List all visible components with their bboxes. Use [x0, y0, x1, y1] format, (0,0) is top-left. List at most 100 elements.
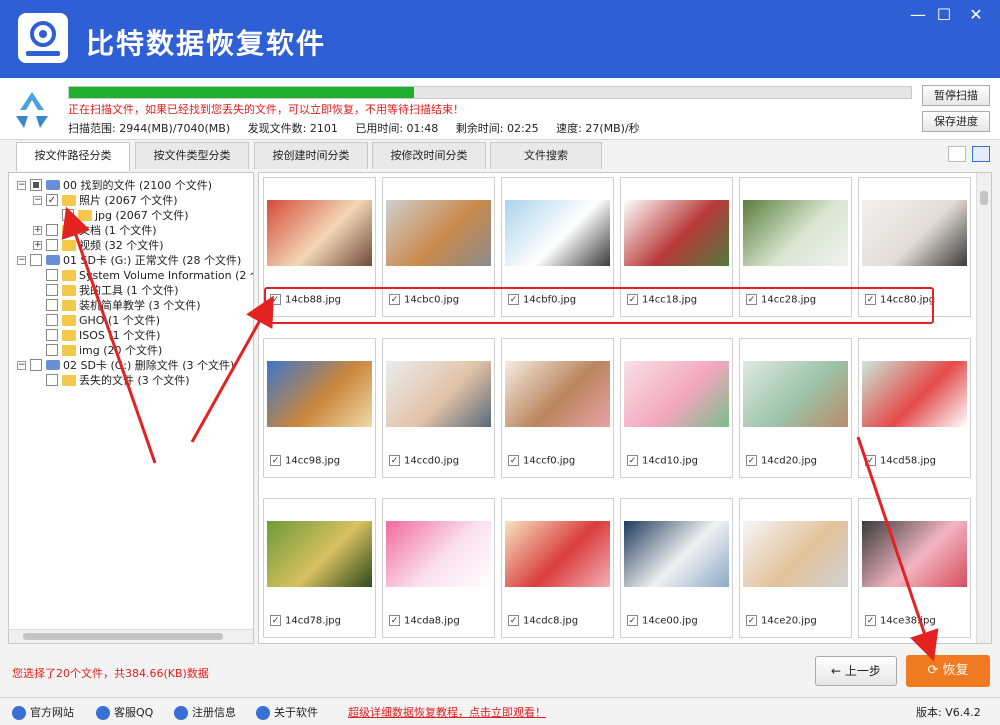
tree-node-checkbox[interactable]: ✓: [46, 194, 58, 206]
file-card[interactable]: ✓ 14ce00.jpg: [620, 498, 733, 638]
folder-icon: [62, 330, 76, 341]
tree-node-checkbox[interactable]: [46, 299, 58, 311]
tree-node-checkbox[interactable]: ✓: [62, 209, 74, 221]
tree-node-label: 装机简单教学 (3 个文件): [79, 299, 201, 312]
tree-node-checkbox[interactable]: [46, 224, 58, 236]
tab-by-created[interactable]: 按创建时间分类: [254, 142, 368, 169]
register-info-link[interactable]: 注册信息: [174, 704, 236, 720]
tree-node[interactable]: + 视频 (32 个文件): [9, 238, 253, 253]
file-card[interactable]: ✓ 14cd78.jpg: [263, 498, 376, 638]
tree-node-checkbox[interactable]: [46, 284, 58, 296]
tree-node[interactable]: 丢失的文件 (3 个文件): [9, 373, 253, 388]
tree-node[interactable]: System Volume Information (2 个文: [9, 268, 253, 283]
tab-by-type[interactable]: 按文件类型分类: [135, 142, 249, 169]
file-checkbox[interactable]: ✓: [746, 455, 757, 466]
collapse-icon[interactable]: −: [33, 196, 42, 205]
official-site-link[interactable]: 官方网站: [12, 704, 74, 720]
file-checkbox[interactable]: ✓: [627, 455, 638, 466]
file-thumbnail: [386, 521, 491, 587]
file-thumbnail: [624, 200, 729, 266]
file-checkbox[interactable]: ✓: [508, 615, 519, 626]
file-card-footer: ✓ 14cd20.jpg: [746, 455, 817, 467]
user-icon: [174, 706, 188, 720]
tree-node[interactable]: GHO (1 个文件): [9, 313, 253, 328]
expand-icon[interactable]: +: [33, 226, 42, 235]
pause-scan-button[interactable]: 暂停扫描: [922, 85, 990, 106]
close-icon[interactable]: ✕: [962, 4, 990, 26]
tree-node[interactable]: 装机简单教学 (3 个文件): [9, 298, 253, 313]
version-label: 版本: V6.4.2: [916, 706, 981, 719]
expand-icon[interactable]: +: [33, 241, 42, 250]
tree-node[interactable]: + 文档 (1 个文件): [9, 223, 253, 238]
file-checkbox[interactable]: ✓: [627, 615, 638, 626]
tree-node[interactable]: ISOS (1 个文件): [9, 328, 253, 343]
tree-node[interactable]: img (20 个文件): [9, 343, 253, 358]
tree-node-checkbox[interactable]: [30, 179, 42, 191]
file-card-footer: ✓ 14ce00.jpg: [627, 615, 698, 627]
grid-vertical-scrollbar[interactable]: [976, 173, 991, 643]
recover-button[interactable]: ⟳ 恢复: [906, 655, 990, 687]
support-qq-link[interactable]: 客服QQ: [96, 704, 153, 720]
about-software-link[interactable]: 关于软件: [256, 704, 318, 720]
tree-node-checkbox[interactable]: [46, 239, 58, 251]
file-card-footer: ✓ 14cd78.jpg: [270, 615, 341, 627]
file-checkbox[interactable]: ✓: [270, 615, 281, 626]
scan-message: 正在扫描文件，如果已经找到您丢失的文件，可以立即恢复，不用等待扫描结束！: [68, 103, 464, 116]
collapse-icon[interactable]: −: [17, 361, 26, 370]
file-checkbox[interactable]: ✓: [389, 615, 400, 626]
tree-node-checkbox[interactable]: [46, 374, 58, 386]
file-card[interactable]: ✓ 14ccf0.jpg: [501, 338, 614, 478]
maximize-icon[interactable]: ☐: [930, 4, 958, 26]
back-button-label: 上一步: [844, 664, 881, 678]
tree-node-label: 视频 (32 个文件): [79, 239, 164, 252]
tree-node-checkbox[interactable]: [46, 344, 58, 356]
tree-node-checkbox[interactable]: [30, 359, 42, 371]
folder-icon: [62, 270, 76, 281]
app-logo-icon: [18, 13, 68, 63]
minimize-icon[interactable]: —: [904, 4, 932, 26]
file-name: 14ce20.jpg: [761, 615, 817, 627]
grid-view-icon[interactable]: [972, 146, 990, 162]
tree-node[interactable]: 我的工具 (1 个文件): [9, 283, 253, 298]
tree-node-checkbox[interactable]: [30, 254, 42, 266]
tree-node[interactable]: − ✓ 照片 (2067 个文件): [9, 193, 253, 208]
file-card[interactable]: ✓ 14cdc8.jpg: [501, 498, 614, 638]
tree-node[interactable]: − 00 找到的文件 (2100 个文件): [9, 178, 253, 193]
file-checkbox[interactable]: ✓: [746, 615, 757, 626]
save-progress-button[interactable]: 保存进度: [922, 111, 990, 132]
file-thumbnail: [505, 200, 610, 266]
file-checkbox[interactable]: ✓: [865, 455, 876, 466]
file-name: 14cd58.jpg: [880, 455, 936, 467]
file-card[interactable]: ✓ 14cd58.jpg: [858, 338, 971, 478]
tab-file-search[interactable]: 文件搜索: [490, 142, 602, 169]
file-card[interactable]: ✓ 14cd20.jpg: [739, 338, 852, 478]
file-card[interactable]: ✓ 14cda8.jpg: [382, 498, 495, 638]
file-thumbnail: [862, 200, 967, 266]
tutorial-link[interactable]: 超级详细数据恢复教程，点击立即观看！: [348, 704, 546, 720]
file-card[interactable]: ✓ 14cd10.jpg: [620, 338, 733, 478]
tab-by-modified[interactable]: 按修改时间分类: [372, 142, 486, 169]
collapse-icon[interactable]: −: [17, 181, 26, 190]
file-card[interactable]: ✓ 14ce20.jpg: [739, 498, 852, 638]
file-card[interactable]: ✓ 14ce38.jpg: [858, 498, 971, 638]
tree-horizontal-scrollbar[interactable]: [9, 629, 253, 643]
file-thumbnail: [505, 361, 610, 427]
file-checkbox[interactable]: ✓: [389, 455, 400, 466]
back-button[interactable]: ← 上一步: [815, 656, 897, 686]
tree-node-checkbox[interactable]: [46, 329, 58, 341]
tree-node[interactable]: − 01 SD卡 (G:) 正常文件 (28 个文件): [9, 253, 253, 268]
tree-node[interactable]: − 02 SD卡 (G:) 删除文件 (3 个文件): [9, 358, 253, 373]
tree-node[interactable]: ✓ jpg (2067 个文件): [9, 208, 253, 223]
file-card[interactable]: ✓ 14ccd0.jpg: [382, 338, 495, 478]
tab-by-path[interactable]: 按文件路径分类: [16, 142, 130, 171]
tree-node-checkbox[interactable]: [46, 269, 58, 281]
file-checkbox[interactable]: ✓: [508, 455, 519, 466]
tree-node-checkbox[interactable]: [46, 314, 58, 326]
file-card[interactable]: ✓ 14cc98.jpg: [263, 338, 376, 478]
file-checkbox[interactable]: ✓: [270, 455, 281, 466]
collapse-icon[interactable]: −: [17, 256, 26, 265]
list-view-icon[interactable]: [948, 146, 966, 162]
tree-node-label: 00 找到的文件 (2100 个文件): [63, 179, 213, 192]
file-checkbox[interactable]: ✓: [865, 615, 876, 626]
file-card-footer: ✓ 14cda8.jpg: [389, 615, 460, 627]
